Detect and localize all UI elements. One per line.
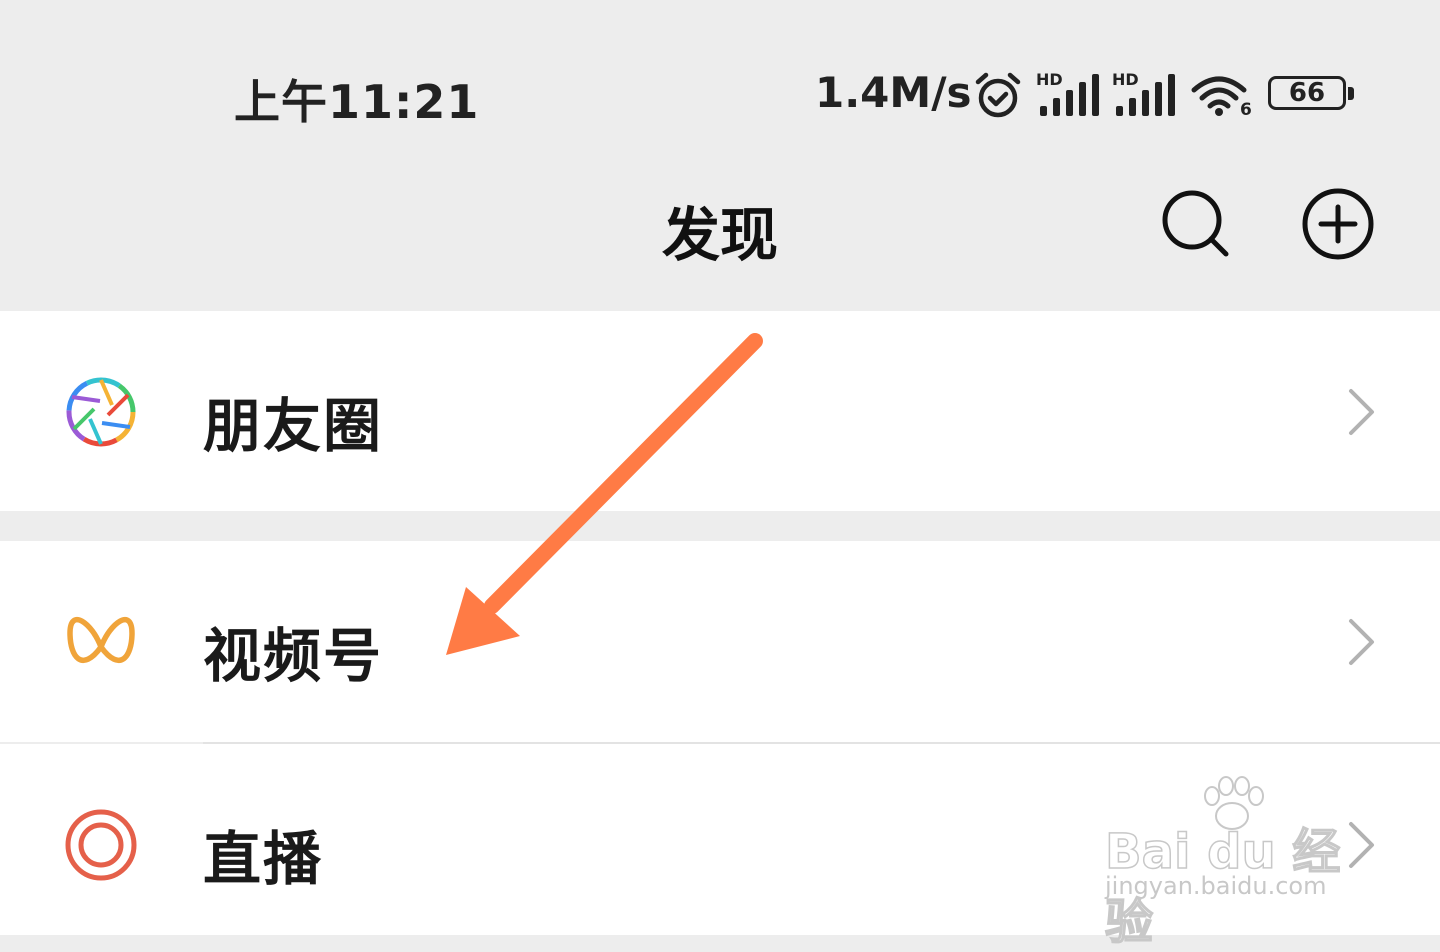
menu-item-label: 朋友圈 bbox=[203, 392, 384, 460]
battery-icon: 66 bbox=[1268, 76, 1358, 116]
battery-level: 66 bbox=[1288, 78, 1326, 108]
signal-hd-icon: HD bbox=[1112, 72, 1176, 118]
status-bar: 上午11:21 1.4M/s HD HD 6 66 bbox=[0, 0, 1440, 160]
menu-item-channels[interactable]: 视频号 bbox=[0, 541, 1440, 742]
wifi-6-icon: 6 bbox=[1190, 72, 1252, 122]
menu-item-label: 视频号 bbox=[203, 622, 384, 690]
live-icon bbox=[65, 809, 137, 881]
add-circle-icon[interactable] bbox=[1300, 186, 1376, 262]
signal-hd-icon: HD bbox=[1036, 72, 1100, 118]
alarm-icon bbox=[975, 72, 1021, 118]
menu-item-label: 直播 bbox=[203, 825, 324, 893]
channels-icon bbox=[67, 617, 135, 663]
menu-item-moments[interactable]: 朋友圈 bbox=[0, 311, 1440, 511]
nav-bar: 发现 bbox=[0, 160, 1440, 310]
baidu-watermark: Bai du 经验 jingyan.baidu.com bbox=[1100, 776, 1380, 951]
chevron-right-icon bbox=[1349, 389, 1374, 435]
watermark-url: jingyan.baidu.com bbox=[1105, 872, 1327, 900]
wifi-6-tag: 6 bbox=[1240, 100, 1252, 120]
row-divider bbox=[203, 742, 1440, 744]
chevron-right-icon bbox=[1349, 619, 1374, 665]
status-time: 上午11:21 bbox=[234, 75, 480, 129]
network-speed: 1.4M/s bbox=[815, 68, 972, 117]
search-icon[interactable] bbox=[1158, 186, 1234, 262]
moments-aperture-icon bbox=[66, 377, 136, 447]
